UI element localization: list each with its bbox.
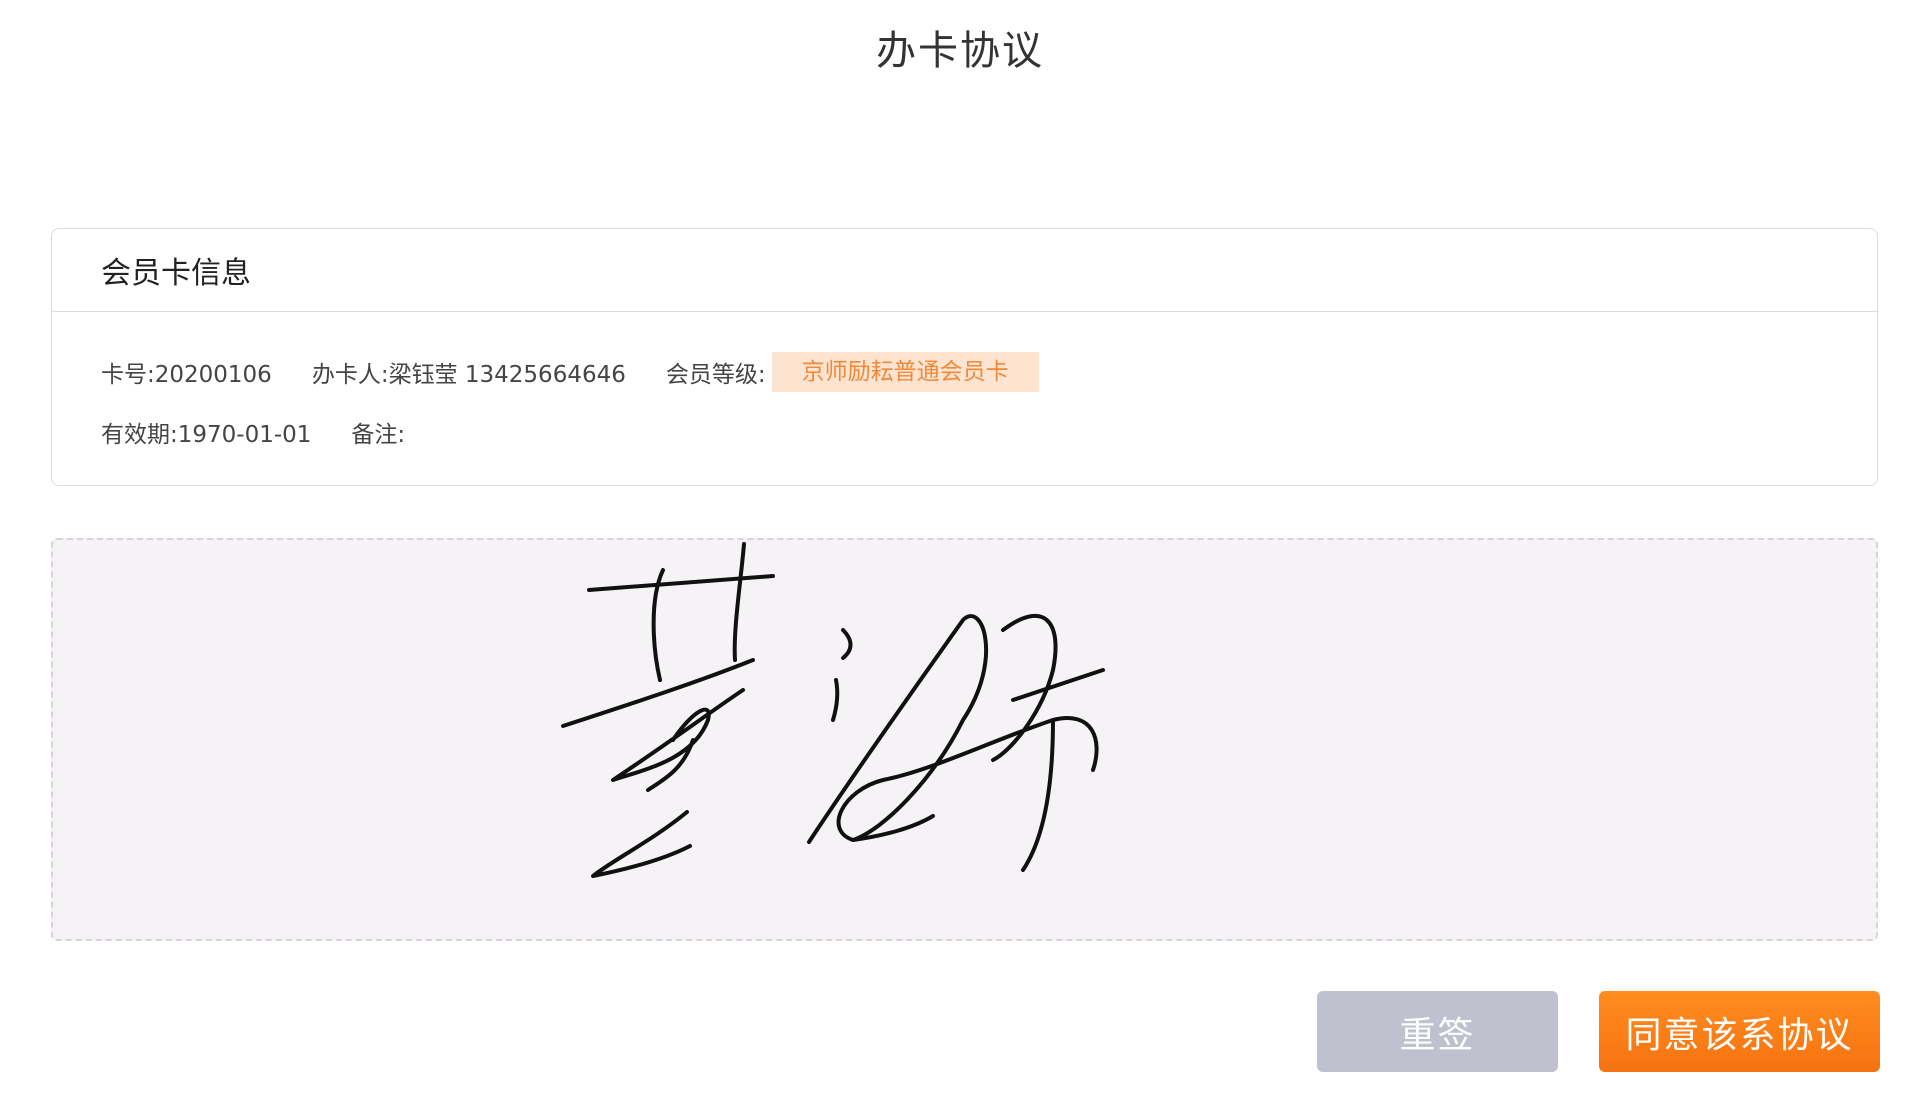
info-row-primary: 卡号:20200106 办卡人:梁钰莹 13425664646 会员等级: 京师… <box>101 352 1877 392</box>
remark-field: 备注: <box>351 422 406 448</box>
validity-date: 有效期:1970-01-01 <box>101 422 312 448</box>
card-panel-body: 卡号:20200106 办卡人:梁钰莹 13425664646 会员等级: 京师… <box>52 312 1877 452</box>
resign-button[interactable]: 重签 <box>1317 991 1558 1072</box>
card-number: 卡号:20200106 <box>101 362 272 388</box>
membership-card-panel: 会员卡信息 卡号:20200106 办卡人:梁钰莹 13425664646 会员… <box>51 228 1878 486</box>
agree-agreement-button[interactable]: 同意该系协议 <box>1599 991 1880 1072</box>
card-panel-title: 会员卡信息 <box>52 229 1877 312</box>
member-level-label: 会员等级: <box>665 362 766 388</box>
member-level-badge: 京师励耘普通会员卡 <box>771 352 1039 392</box>
applicant-info: 办卡人:梁钰莹 13425664646 <box>311 362 626 388</box>
signature-pad[interactable] <box>51 538 1878 941</box>
page-title: 办卡协议 <box>876 28 1044 74</box>
info-row-secondary: 有效期:1970-01-01 备注: <box>101 412 1877 452</box>
signature-strokes <box>561 542 1105 878</box>
